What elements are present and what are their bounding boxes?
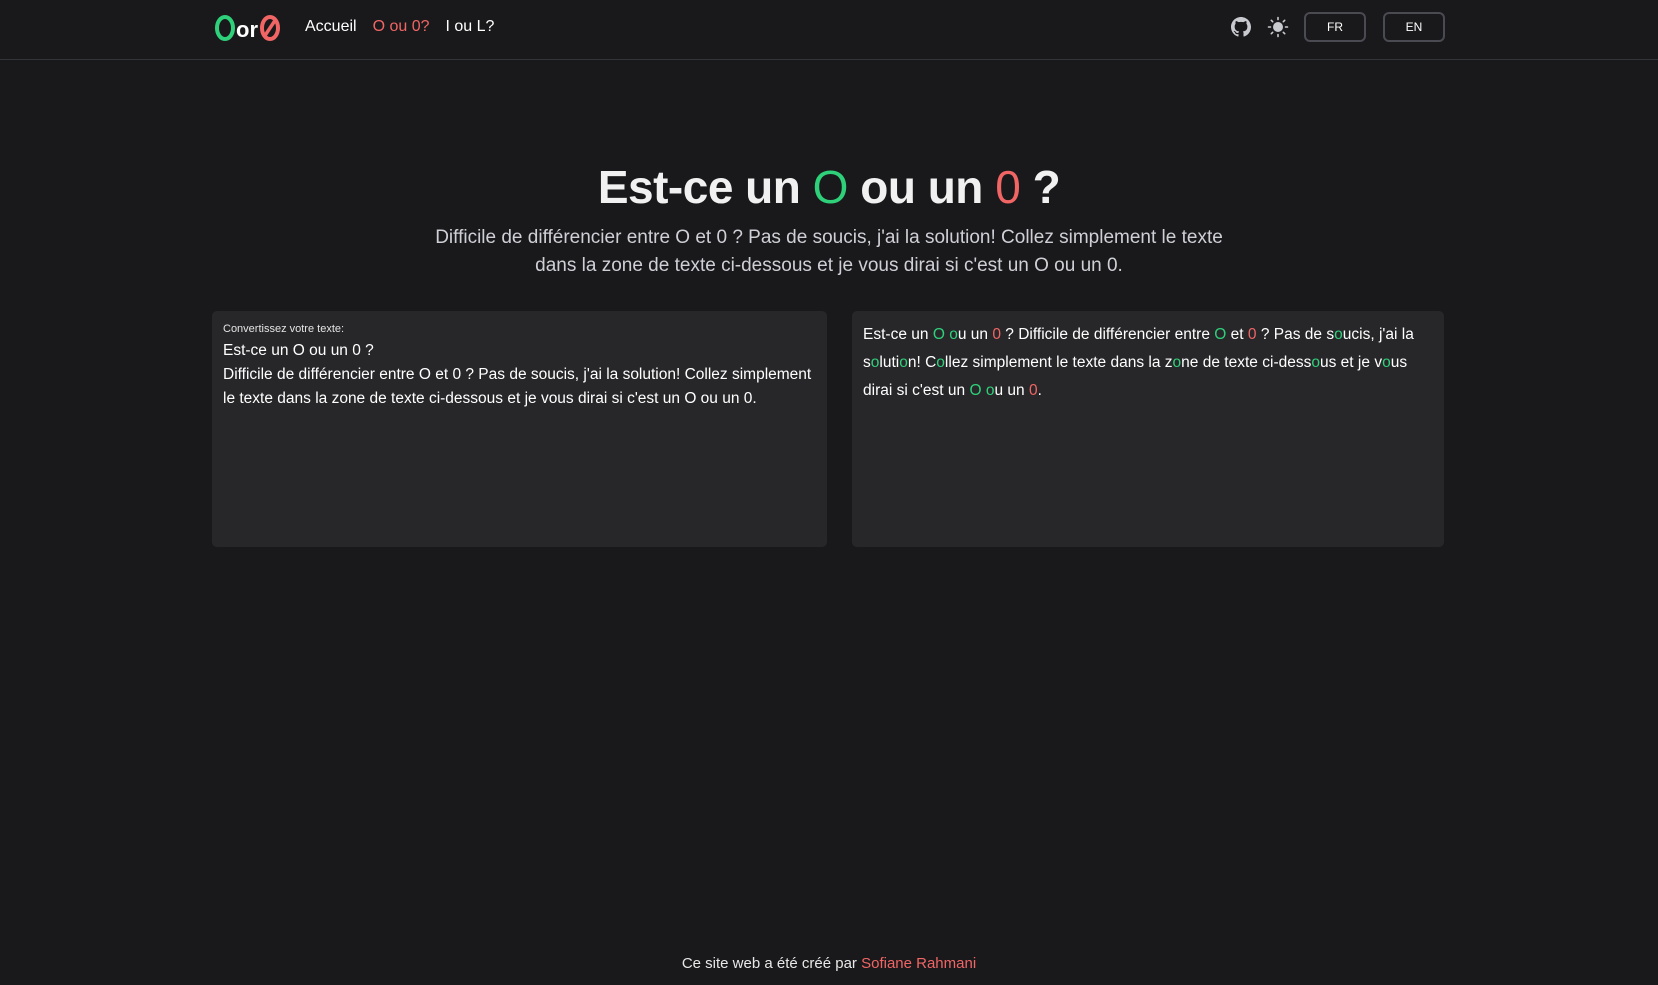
author-link[interactable]: Sofiane Rahmani <box>861 955 976 972</box>
digit-zero-highlight: 0 <box>1247 326 1257 343</box>
sun-icon[interactable] <box>1267 16 1289 38</box>
letter-o-highlight: o <box>1172 354 1182 371</box>
letter-o-highlight: o <box>1382 354 1391 371</box>
title-digit-zero: 0 <box>995 161 1021 213</box>
letter-o-highlight: o <box>985 382 995 399</box>
logo-icon: or <box>215 15 280 42</box>
nav-actions: FR EN <box>1230 12 1445 42</box>
github-icon[interactable] <box>1230 16 1252 38</box>
title-letter-o: O <box>812 161 849 213</box>
converted-text: Est-ce un O ou un 0 ? Difficile de diffé… <box>863 326 1414 399</box>
page-subtitle: Difficile de différencier entre O et 0 ?… <box>435 227 1223 276</box>
letter-o-highlight: o <box>1311 354 1320 371</box>
text-input[interactable]: Est-ce un O ou un 0 ? Difficile de diffé… <box>223 339 816 519</box>
letter-o-highlight: O <box>1214 326 1227 343</box>
footer-text: Ce site web a été créé par <box>681 955 857 972</box>
letter-o-highlight: o <box>949 326 958 343</box>
title-prefix: Est-ce un <box>597 161 801 213</box>
output-panel: Est-ce un O ou un 0 ? Difficile de diffé… <box>852 311 1444 547</box>
footer: Ce site web a été créé par Sofiane Rahma… <box>0 955 1658 972</box>
letter-o-highlight: o <box>936 354 945 371</box>
lang-fr-button[interactable]: FR <box>1304 12 1366 42</box>
page-title: Est-ce un O ou un 0 ? <box>0 160 1658 214</box>
letter-o-highlight: O <box>932 326 945 343</box>
nav-link-accueil[interactable]: Accueil <box>305 18 357 36</box>
lang-en-button[interactable]: EN <box>1383 12 1445 42</box>
digit-zero-highlight: 0 <box>992 326 1001 343</box>
letter-o-highlight: o <box>1334 326 1343 343</box>
title-middle: ou un <box>860 161 983 213</box>
navbar: or Accueil O ou 0? I ou L? FR EN <box>0 0 1658 60</box>
title-suffix: ? <box>1032 161 1061 213</box>
nav-links: Accueil O ou 0? I ou L? <box>305 18 494 36</box>
letter-o-highlight: o <box>870 354 880 371</box>
letter-o-highlight: o <box>899 354 908 371</box>
logo[interactable]: or <box>215 10 281 46</box>
input-panel: Convertissez votre texte: Est-ce un O ou… <box>212 311 827 547</box>
letter-o-highlight: O <box>969 382 982 399</box>
digit-zero-highlight: 0 <box>1028 382 1038 399</box>
logo-or-text: or <box>236 17 258 42</box>
nav-link-i-ou-l[interactable]: I ou L? <box>446 18 495 36</box>
input-label: Convertissez votre texte: <box>223 323 345 335</box>
nav-link-o-ou-0[interactable]: O ou 0? <box>373 18 430 36</box>
